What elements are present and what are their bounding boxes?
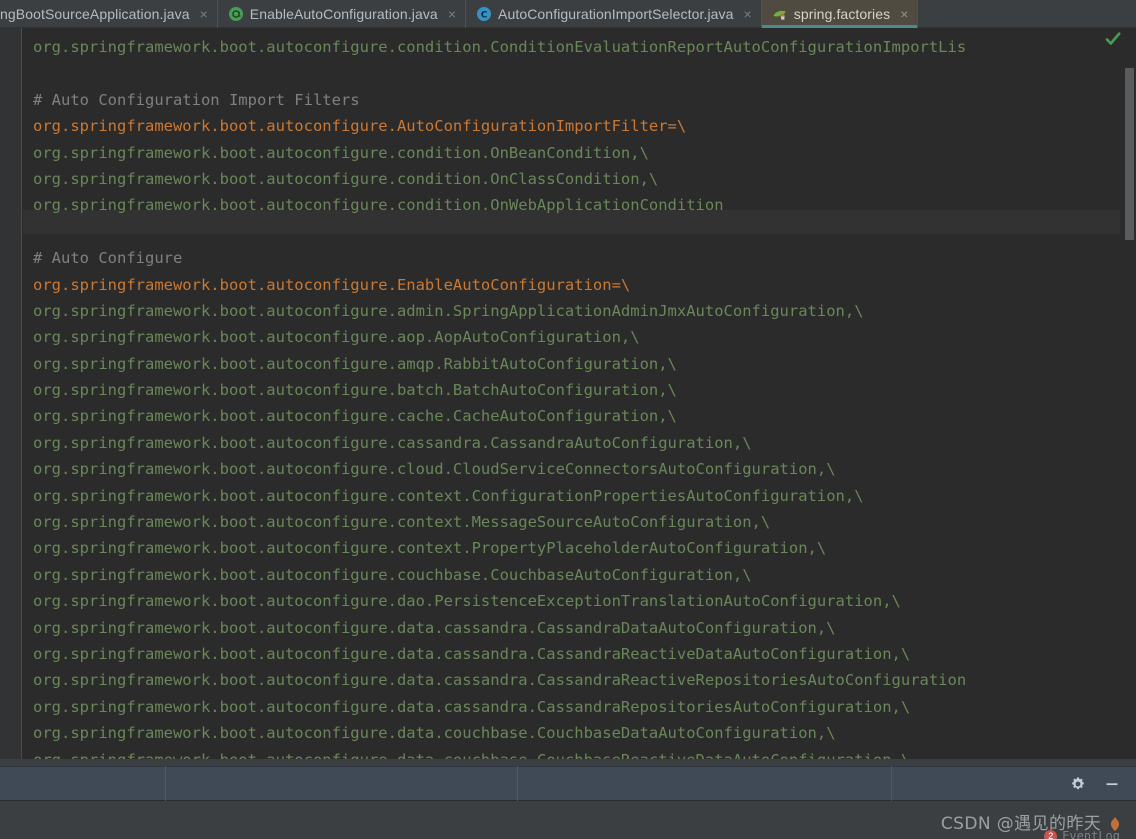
code-line: org.springframework.boot.autoconfigure.c… [33, 143, 649, 162]
status-bar-controls [892, 766, 1136, 801]
code-line: org.springframework.boot.autoconfigure.d… [33, 644, 911, 663]
tab-close-icon[interactable]: × [200, 7, 208, 21]
code-line: org.springframework.boot.autoconfigure.a… [33, 354, 677, 373]
java-class-icon: C [476, 6, 492, 22]
bottom-zone: CSDN @遇见的昨天 2 EventLog [0, 801, 1136, 839]
inspection-ok-check-icon[interactable] [1104, 30, 1122, 48]
tab-close-icon[interactable]: × [448, 7, 456, 21]
code-line: org.springframework.boot.autoconfigure.d… [33, 671, 967, 690]
vertical-scrollbar[interactable] [1123, 28, 1136, 759]
code-line: org.springframework.boot.autoconfigure.c… [33, 513, 771, 532]
code-line: org.springframework.boot.autoconfigure.c… [33, 196, 724, 215]
tab-spring-factories[interactable]: spring.factories × [761, 0, 919, 28]
code-line: org.springframework.boot.autoconfigure.d… [33, 592, 901, 611]
code-line: org.springframework.boot.autoconfigure.c… [33, 539, 827, 558]
tab-label: AutoConfigurationImportSelector.java [498, 6, 734, 22]
code-line: org.springframework.boot.autoconfigure.d… [23, 747, 1136, 759]
code-editor[interactable]: org.springframework.boot.autoconfigure.c… [0, 28, 1136, 759]
tab-auto-configuration-import-selector[interactable]: C AutoConfigurationImportSelector.java × [466, 0, 762, 28]
code-line: org.springframework.boot.autoconfigure.a… [33, 328, 640, 347]
code-line: org.springframework.boot.autoconfigure.d… [33, 724, 836, 743]
status-bar-segment-3[interactable] [518, 766, 892, 801]
code-line: # Auto Configuration Import Filters [33, 90, 360, 109]
code-line: org.springframework.boot.autoconfigure.c… [33, 433, 752, 452]
event-log-badge: 2 [1044, 829, 1058, 839]
code-line: org.springframework.boot.autoconfigure.c… [33, 38, 967, 56]
annotation-icon [228, 6, 244, 22]
code-line: org.springframework.boot.autoconfigure.b… [33, 381, 677, 400]
editor-tab-bar: ngBootSourceApplication.java × EnableAut… [0, 0, 1136, 28]
tab-label: EnableAutoConfiguration.java [249, 6, 438, 22]
code-line: org.springframework.boot.autoconfigure.c… [33, 486, 864, 505]
tab-spring-boot-source-application[interactable]: ngBootSourceApplication.java × [0, 0, 218, 28]
vertical-scrollbar-thumb[interactable] [1125, 68, 1134, 240]
minimize-icon[interactable] [1104, 776, 1120, 792]
code-line: org.springframework.boot.autoconfigure.d… [33, 618, 836, 637]
svg-text:C: C [481, 11, 488, 21]
code-line: org.springframework.boot.autoconfigure.a… [33, 301, 864, 320]
code-line: org.springframework.boot.autoconfigure.E… [33, 275, 631, 294]
tab-enable-auto-configuration[interactable]: EnableAutoConfiguration.java × [218, 0, 467, 28]
code-line: org.springframework.boot.autoconfigure.c… [33, 407, 677, 426]
event-log-item[interactable]: 2 EventLog [1044, 829, 1120, 839]
tab-label: spring.factories [793, 6, 891, 22]
spring-leaf-icon [772, 6, 788, 22]
code-line: org.springframework.boot.autoconfigure.c… [33, 169, 659, 188]
code-line: org.springframework.boot.autoconfigure.d… [33, 697, 911, 716]
gear-icon[interactable] [1070, 776, 1086, 792]
editor-code-content[interactable]: org.springframework.boot.autoconfigure.c… [23, 28, 1136, 759]
editor-gutter [0, 28, 22, 759]
status-bar-segment-2[interactable] [166, 766, 518, 801]
event-log-label: EventLog [1062, 829, 1120, 839]
tab-close-icon[interactable]: × [900, 7, 908, 21]
status-bar-segment-1[interactable] [0, 766, 166, 801]
code-line: org.springframework.boot.autoconfigure.c… [33, 460, 836, 479]
code-line: org.springframework.boot.autoconfigure.A… [33, 117, 687, 136]
ide-window: ngBootSourceApplication.java × EnableAut… [0, 0, 1136, 839]
code-line: org.springframework.boot.autoconfigure.c… [33, 565, 752, 584]
status-bar [0, 766, 1136, 801]
code-line: # Auto Configure [33, 249, 183, 268]
tab-label: ngBootSourceApplication.java [0, 6, 190, 22]
tab-close-icon[interactable]: × [744, 7, 752, 21]
